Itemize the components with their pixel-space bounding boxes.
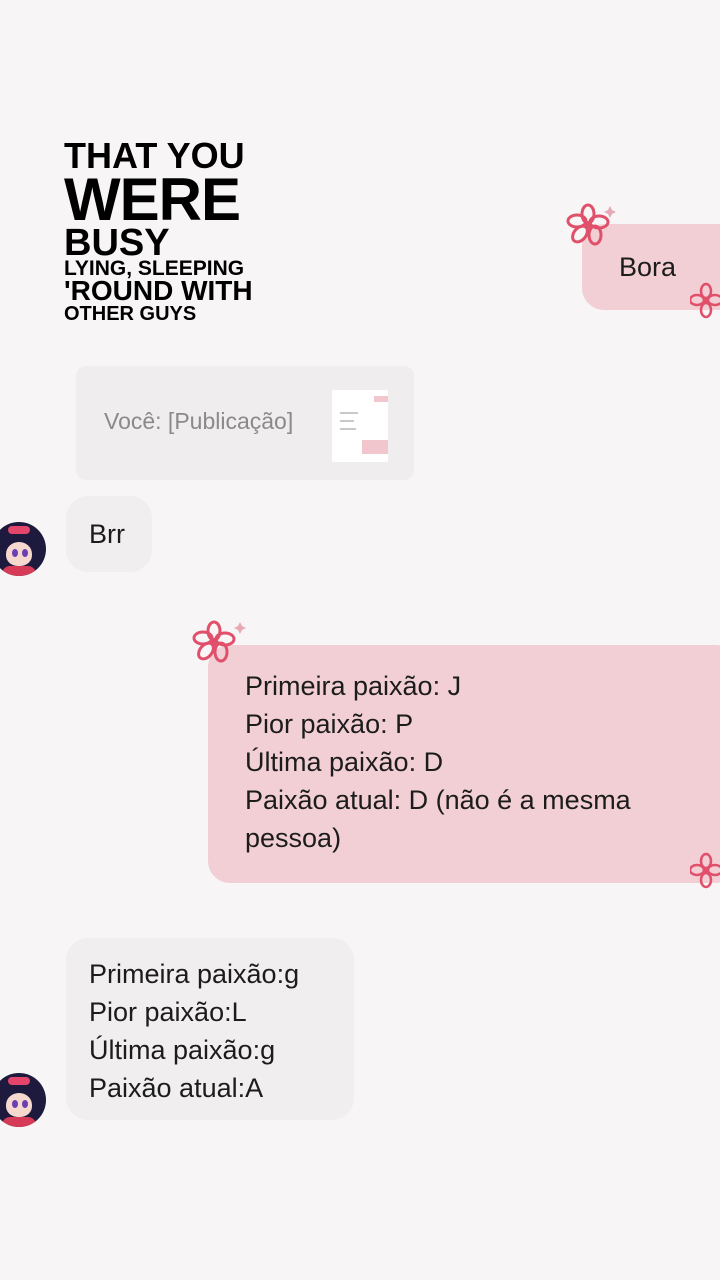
lyrics-line: WERE bbox=[64, 166, 241, 233]
contact-avatar[interactable] bbox=[0, 1073, 46, 1127]
lyrics-overlay: THAT YOU WERE BUSY LYING, SLEEPING 'ROUN… bbox=[64, 138, 253, 325]
received-message-bubble[interactable]: Brr bbox=[66, 496, 152, 572]
message-line: Primeira paixão: J bbox=[245, 671, 462, 701]
flower-sticker-icon bbox=[690, 852, 720, 889]
message-line: Pior paixão:L bbox=[89, 997, 247, 1027]
message-text: Brr bbox=[89, 519, 125, 549]
message-text: Bora bbox=[619, 252, 677, 282]
post-thumbnail[interactable] bbox=[332, 390, 388, 462]
received-message-bubble[interactable]: Primeira paixão:g Pior paixão:L Última p… bbox=[66, 938, 354, 1120]
message-line: Pior paixão: P bbox=[245, 709, 414, 739]
flower-sticker-icon bbox=[566, 203, 616, 246]
flower-sticker-icon bbox=[690, 282, 720, 319]
flower-sticker-icon bbox=[192, 620, 246, 663]
message-line: Última paixão:g bbox=[89, 1035, 276, 1065]
contact-avatar[interactable] bbox=[0, 522, 46, 576]
message-line: Paixão atual: D (não é a mesma bbox=[245, 785, 631, 815]
shared-post-preview[interactable]: Você: [Publicação] bbox=[76, 366, 414, 480]
message-line: pessoa) bbox=[245, 823, 342, 853]
lyrics-line: OTHER GUYS bbox=[64, 303, 197, 325]
sent-message-bubble[interactable]: Primeira paixão: J Pior paixão: P Última… bbox=[208, 645, 720, 883]
shared-post-label: Você: [Publicação] bbox=[104, 408, 294, 434]
message-line: Paixão atual:A bbox=[89, 1073, 264, 1103]
message-line: Última paixão: D bbox=[245, 747, 444, 777]
lyrics-line: 'ROUND WITH bbox=[64, 275, 253, 306]
message-line: Primeira paixão:g bbox=[89, 959, 300, 989]
